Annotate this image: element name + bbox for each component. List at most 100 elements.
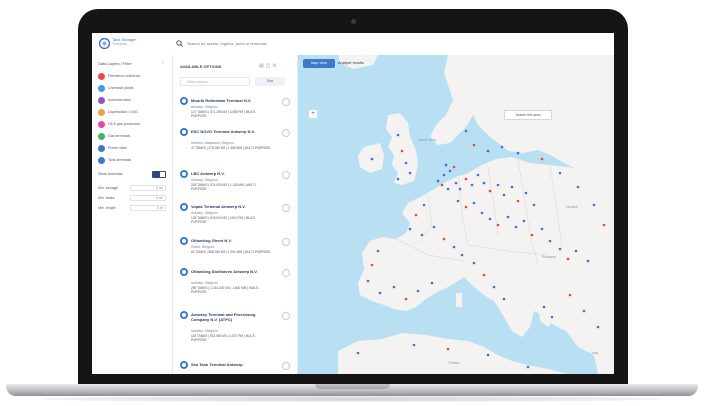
open-icon[interactable] — [282, 269, 290, 277]
result-card[interactable]: Oiltanking Ghent N.V. Ghent, Belgium 82 … — [180, 237, 292, 271]
tab-map-view[interactable]: Map view — [303, 59, 335, 68]
laptop-shadow — [40, 396, 664, 402]
sidebar-item-terminals[interactable]: Tank terminals — [98, 157, 168, 165]
layer-dot-icon — [98, 145, 105, 152]
terminal-icon — [180, 128, 188, 136]
sidebar-item-label: Tank terminals — [108, 158, 132, 162]
min-tanks-input[interactable]: 0 m³ — [130, 195, 166, 201]
map-label-romania: Romania — [542, 255, 557, 259]
open-icon[interactable] — [282, 98, 290, 106]
show-terminals-toggle[interactable] — [152, 171, 166, 178]
open-icon[interactable] — [282, 362, 290, 370]
search-input[interactable] — [187, 39, 467, 48]
result-card[interactable]: Oiltanking Stolthaven Antwerp N.V. Antwe… — [180, 268, 292, 308]
filter-input[interactable]: Filter options — [180, 77, 250, 86]
logo-icon — [99, 38, 110, 49]
sidebar-title: Data Layers / Filter — [98, 61, 132, 66]
min-storage-input[interactable]: 0 m³ — [130, 185, 166, 191]
collapse-icon[interactable]: ‹ — [162, 60, 164, 66]
card-location: Antwerp, Belgium — [191, 281, 218, 285]
terminal-icon — [180, 311, 188, 319]
camera — [351, 19, 356, 24]
card-meta: 125 TANKS | 678.000 M3 | 3.813 PM | MULT… — [191, 216, 257, 224]
layer-dot-icon — [98, 85, 105, 92]
top-bar: Tank Storage Terminals — [92, 33, 614, 56]
search-icon — [176, 40, 183, 47]
sidebar-item-label: Gas terminals — [108, 134, 131, 138]
card-location: Antwerp, Belgium — [191, 105, 218, 109]
open-icon[interactable] — [282, 238, 290, 246]
card-location: Ghent, Belgium — [191, 245, 215, 249]
result-card[interactable]: LBC Antwerp N.V. Antwerp, Belgium 218 TA… — [180, 170, 292, 204]
sardinia-landmass — [456, 293, 462, 307]
card-title: Oiltanking Stolthaven Antwerp N.V. — [191, 269, 258, 274]
sort-button[interactable]: Sort — [255, 77, 285, 86]
open-icon[interactable] — [282, 171, 290, 179]
toggle-label: Show terminals — [98, 172, 123, 176]
result-card[interactable]: Antwerp Terminal and Processing Company … — [180, 311, 292, 355]
card-meta: 147 TANKS | 571.198 M3 | 3.095 PM | MULT… — [191, 110, 257, 118]
layer-dot-icon — [98, 97, 105, 104]
logo-line-2: Terminals — [112, 42, 127, 46]
card-meta: 289 TANKS | 1.031.000 M3 | 1.600 MM | MU… — [191, 286, 260, 294]
logo-text: Tank Storage Terminals — [112, 37, 167, 47]
card-title: Antwerp Terminal and Processing Company … — [191, 312, 256, 322]
sidebar-item-refineries[interactable]: Petroleum refineries — [98, 73, 168, 81]
sidebar-item-label: Industrial sites — [108, 98, 131, 102]
card-meta: 118 TANKS | 923.000 M3 | 4.037 PM | MULT… — [191, 334, 256, 342]
sidebar-item-label: Power sites — [108, 146, 127, 150]
laptop-notch — [315, 384, 390, 389]
terminal-icon — [180, 170, 188, 178]
terminal-icon — [180, 97, 188, 105]
card-title: Vopak Terminal Antwerp N.V. — [191, 204, 246, 209]
layer-dot-icon — [98, 157, 105, 164]
terminal-icon — [180, 203, 188, 211]
min-tanks-field: Min. tanks 0 m³ — [98, 195, 168, 202]
map-label-iraq: Iraq — [592, 351, 599, 355]
open-icon[interactable] — [282, 129, 290, 137]
result-card[interactable]: Mourik Rotterdam Terminal N.V. Antwerp, … — [180, 97, 292, 131]
open-icon[interactable] — [282, 204, 290, 212]
card-meta: 47 TANKS | 278.000 M3 | 1.468 MM | MULTI… — [191, 146, 271, 150]
europe-map — [338, 55, 614, 374]
sidebar-item-label: Oil & gas production — [108, 122, 141, 126]
min-length-input[interactable]: 0 m — [130, 205, 166, 211]
app-screen: Tank Storage Terminals Data Layers / Fil… — [92, 33, 614, 374]
sidebar-item-industrial[interactable]: Industrial sites — [98, 97, 168, 105]
card-title: Oiltanking Ghent N.V. — [191, 238, 232, 243]
panel-title: AVAILABLE OPTIONS — [180, 64, 222, 69]
map-label-tunisia: Tunisia — [448, 361, 460, 365]
search-this-area-button[interactable]: Search this area — [504, 110, 552, 120]
show-terminals-row: Show terminals — [98, 171, 168, 179]
card-meta: 218 TANKS | 574.000 M3 | 1.126 MM | MULT… — [191, 183, 257, 191]
card-location: Antwerp, Belgium — [191, 211, 218, 215]
card-location: Antwerp, Belgium — [191, 178, 218, 182]
card-title: Mourik Rotterdam Terminal N.V. — [191, 98, 252, 103]
panel-view-icons[interactable]: ▤◫⇅ — [259, 63, 279, 69]
field-label: Min. length — [98, 206, 116, 210]
results-panel: AVAILABLE OPTIONS ▤◫⇅ Filter options Sor… — [173, 55, 298, 374]
card-location: Antwerp-Waasland, Belgium — [191, 141, 234, 145]
terminal-icon — [180, 268, 188, 276]
open-icon[interactable] — [282, 312, 290, 320]
sidebar-item-lng[interactable]: Liquefaction / LNG — [98, 109, 168, 117]
min-storage-field: Min. storage 0 m³ — [98, 185, 168, 192]
min-length-field: Min. length 0 m — [98, 205, 168, 212]
card-title: LBC Antwerp N.V. — [191, 171, 225, 176]
sidebar-item-gas[interactable]: Gas terminals — [98, 133, 168, 141]
north-africa-landmass — [338, 333, 568, 374]
sidebar-item-chemical[interactable]: Chemical plants — [98, 85, 168, 93]
result-card[interactable]: Sea Tank Terminal Antwerp — [180, 361, 292, 373]
map-view[interactable]: Map view Analyze results + Search this a… — [298, 55, 614, 374]
card-location: Antwerp, Belgium — [191, 329, 218, 333]
card-meta: 82 TANKS | 568.000 M3 | 1.001 MM | MULTI… — [191, 250, 271, 254]
search-bar[interactable] — [176, 39, 476, 49]
sidebar-item-power[interactable]: Power sites — [98, 145, 168, 153]
tab-analyze-results[interactable]: Analyze results — [338, 59, 378, 68]
result-card[interactable]: Vopak Terminal Antwerp N.V. Antwerp, Bel… — [180, 203, 292, 237]
card-title: Sea Tank Terminal Antwerp — [191, 362, 243, 367]
zoom-in-button[interactable]: + — [309, 110, 317, 118]
sidebar-item-production[interactable]: Oil & gas production — [98, 121, 168, 129]
result-card[interactable]: ESC NOVO Terminal Antwerp N.V. Antwerp-W… — [180, 128, 292, 168]
layer-dot-icon — [98, 73, 105, 80]
